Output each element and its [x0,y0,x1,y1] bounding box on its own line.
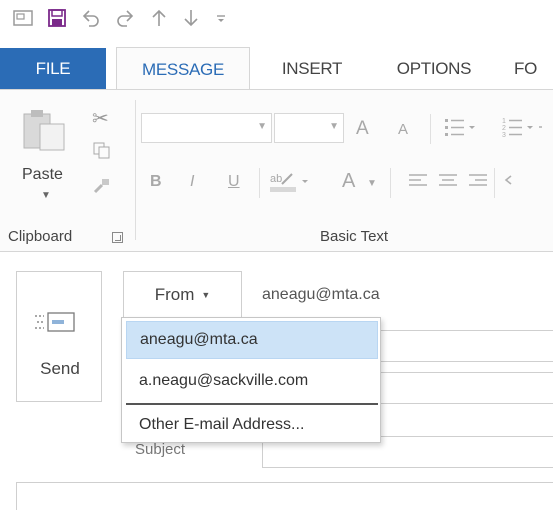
send-icon [35,312,75,332]
chevron-down-icon: ▼ [201,290,211,300]
divider [430,114,431,144]
font-color-button[interactable]: A [342,170,355,193]
tab-insert[interactable]: INSERT [262,48,362,90]
tab-message[interactable]: MESSAGE [116,47,250,91]
send-label: Send [40,359,80,378]
cut-icon[interactable]: ✂ [92,106,109,131]
font-size-select[interactable]: ▼ [274,113,344,143]
tab-format[interactable]: FO [514,48,553,90]
send-button[interactable]: Send [16,271,102,402]
tab-options[interactable]: OPTIONS [378,48,490,90]
up-arrow-icon[interactable] [148,7,170,29]
bold-button[interactable]: B [150,173,162,191]
clipboard-launcher-icon[interactable] [112,232,123,243]
shrink-font-button[interactable]: A [398,121,408,138]
chevron-down-icon: ▼ [329,121,339,132]
highlight-icon[interactable]: ab [270,170,314,199]
ribbon-tabs: FILE MESSAGE INSERT OPTIONS FO [0,47,553,91]
align-left-icon[interactable] [408,172,428,195]
bullets-icon[interactable] [444,116,478,145]
svg-text:ab: ab [270,173,282,185]
group-divider [135,100,136,240]
grow-font-button[interactable]: A [356,118,369,140]
from-dropdown-menu: aneagu@mta.ca a.neagu@sackville.com Othe… [121,317,381,443]
svg-text:1: 1 [502,118,506,125]
basic-text-group-label: Basic Text [320,228,389,245]
numbering-icon[interactable]: 123 [502,116,542,145]
save-icon[interactable] [46,7,68,29]
format-painter-icon[interactable] [93,176,111,199]
redo-icon[interactable] [114,7,136,29]
message-body[interactable] [16,482,553,510]
quick-access-toolbar [0,0,553,38]
svg-text:2: 2 [502,125,506,132]
outlook-icon[interactable] [12,7,34,29]
menu-divider [126,403,378,405]
customize-icon[interactable] [210,7,232,29]
clipboard-group-label: Clipboard [8,228,73,245]
from-option-other[interactable]: Other E-mail Address... [126,406,378,444]
undo-icon[interactable] [80,7,102,29]
chevron-down-icon[interactable]: ▼ [367,178,377,189]
decrease-indent-icon[interactable] [504,170,524,195]
chevron-down-icon: ▼ [41,190,51,201]
tab-file[interactable]: FILE [0,48,106,90]
align-right-icon[interactable] [468,172,488,195]
italic-button[interactable]: I [190,173,194,191]
chevron-down-icon: ▼ [257,121,267,132]
ribbon: Paste ▼ ✂ Clipboard ▼ ▼ A A 123 B I U ab… [0,89,553,252]
from-button[interactable]: From ▼ [123,271,242,319]
font-name-select[interactable]: ▼ [141,113,272,143]
from-option-aneagu[interactable]: aneagu@mta.ca [126,321,378,359]
divider [259,168,260,198]
divider [390,168,391,198]
paste-icon [23,110,65,151]
from-label: From [154,285,195,304]
from-option-sackville[interactable]: a.neagu@sackville.com [126,362,378,400]
underline-button[interactable]: U [228,173,240,191]
copy-icon[interactable] [93,142,111,165]
align-center-icon[interactable] [438,172,458,195]
down-arrow-icon[interactable] [180,7,202,29]
paste-label: Paste [22,166,63,183]
svg-text:3: 3 [502,132,506,139]
divider [494,168,495,198]
from-email: aneagu@mta.ca [262,286,380,303]
